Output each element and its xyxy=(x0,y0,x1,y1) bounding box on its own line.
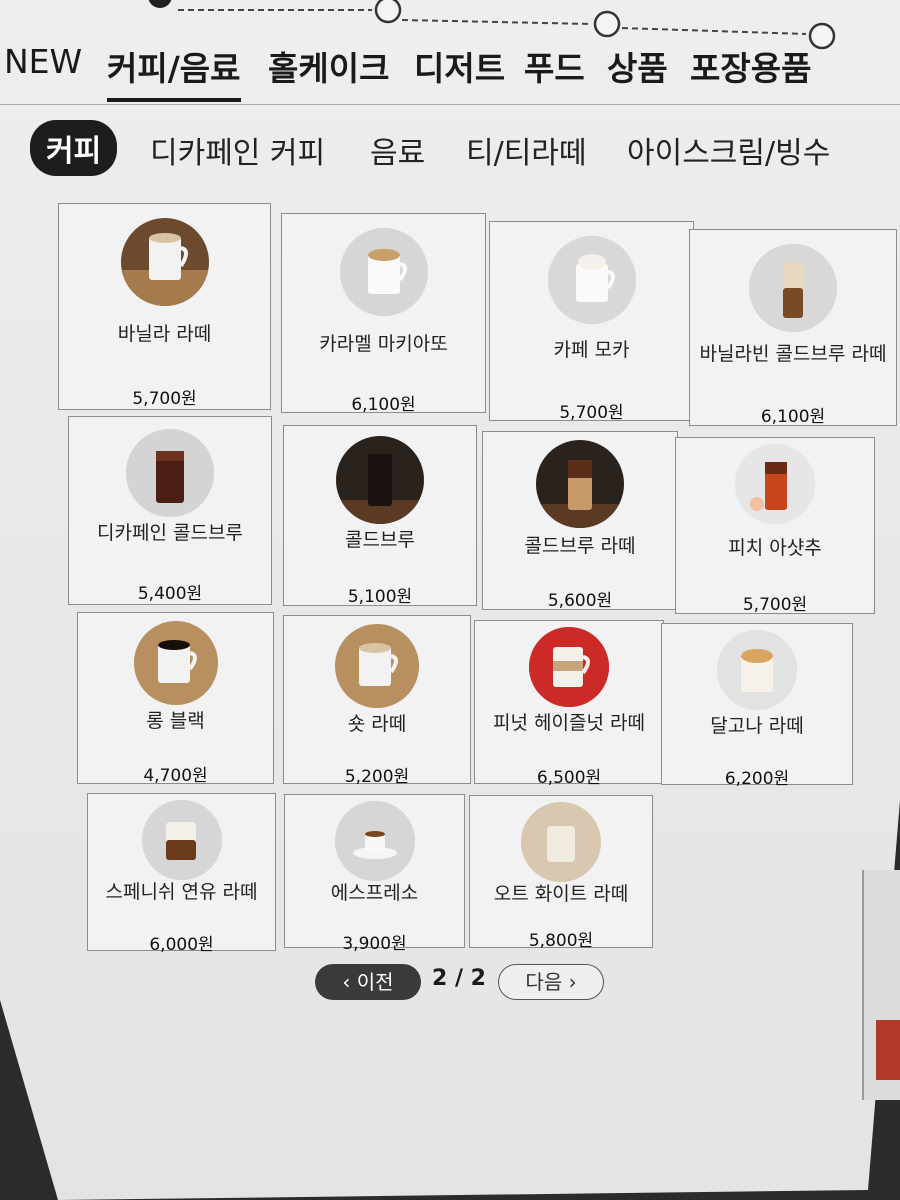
product-price: 5,400원 xyxy=(137,584,203,604)
product-card[interactable]: 숏 라떼 5,200원 xyxy=(283,615,471,787)
product-name: 피치 아샷추 xyxy=(728,537,822,559)
product-price: 5,700원 xyxy=(132,389,197,409)
product-price: 4,700원 xyxy=(143,766,208,786)
product-price: 5,700원 xyxy=(559,403,624,423)
product-price: 6,200원 xyxy=(724,769,790,789)
cold-brew-glass-icon xyxy=(336,436,424,524)
product-price: 5,200원 xyxy=(344,767,410,787)
product-name: 달고나 라떼 xyxy=(710,715,804,737)
product-name: 스페니쉬 연유 라떼 xyxy=(105,881,258,903)
iced-latte-glass-icon xyxy=(749,244,837,332)
pagination: ‹ 이전 2 / 2 다음 › xyxy=(0,960,900,1004)
product-card[interactable]: 스페니쉬 연유 라떼 6,000원 xyxy=(87,793,276,955)
product-card[interactable]: 롱 블랙 4,700원 xyxy=(77,612,274,786)
tab-packaging[interactable]: 포장용품 xyxy=(690,42,811,90)
product-name: 카페 모카 xyxy=(553,339,630,361)
product-card[interactable]: 피넛 헤이즐넛 라떼 6,500원 xyxy=(474,620,664,788)
product-card[interactable]: 피치 아샷추 5,700원 xyxy=(675,437,875,615)
product-name: 오트 화이트 라떼 xyxy=(493,883,629,905)
product-card[interactable]: 디카페인 콜드브루 5,400원 xyxy=(68,416,272,605)
peach-tea-glass-icon xyxy=(735,444,815,524)
product-card[interactable]: 오트 화이트 라떼 5,800원 xyxy=(469,795,653,951)
tab-coffee-drinks[interactable]: 커피/음료 xyxy=(107,42,241,102)
tab-whole-cake[interactable]: 홀케이크 xyxy=(268,42,389,90)
sub-category-tabs: 커피 디카페인 커피 음료 티/티라떼 아이스크림/빙수 xyxy=(0,118,900,182)
product-card[interactable]: 달고나 라떼 6,200원 xyxy=(661,623,853,789)
hazelnut-latte-mug-icon xyxy=(529,627,609,707)
product-price: 5,700원 xyxy=(742,595,808,615)
product-name: 콜드브루 xyxy=(345,529,415,551)
main-category-tabs: NEW 커피/음료 홀케이크 디저트 푸드 상품 포장용품 xyxy=(0,38,900,105)
subtab-icecream-bingsu[interactable]: 아이스크림/빙수 xyxy=(627,128,830,172)
product-name: 에스프레소 xyxy=(330,882,419,904)
product-card[interactable]: 콜드브루 5,100원 xyxy=(283,425,477,607)
subtab-beverage[interactable]: 음료 xyxy=(370,128,425,172)
red-sticker xyxy=(876,1020,900,1080)
product-card[interactable]: 에스프레소 3,900원 xyxy=(284,794,465,954)
step-3-circle xyxy=(593,10,621,38)
product-card[interactable]: 바닐라 라떼 5,700원 xyxy=(58,203,271,410)
product-price: 3,900원 xyxy=(342,934,407,954)
product-name: 카라멜 마키아또 xyxy=(319,333,448,355)
layered-latte-glass-icon xyxy=(141,800,222,880)
tab-dessert[interactable]: 디저트 xyxy=(414,42,505,90)
espresso-cup-icon xyxy=(334,801,415,881)
product-card[interactable]: 바닐라빈 콜드브루 라떼 6,100원 xyxy=(689,229,897,427)
black-coffee-mug-icon xyxy=(133,621,218,705)
step-2-circle xyxy=(374,0,402,24)
tab-goods[interactable]: 상품 xyxy=(607,42,668,90)
product-price: 5,600원 xyxy=(547,591,613,611)
prev-page-button[interactable]: ‹ 이전 xyxy=(315,964,421,1000)
product-name: 바닐라 라떼 xyxy=(117,323,212,345)
mocha-mug-icon xyxy=(547,236,636,324)
product-card[interactable]: 카페 모카 5,700원 xyxy=(489,221,694,423)
subtab-decaf-coffee[interactable]: 디카페인 커피 xyxy=(150,128,325,172)
short-latte-mug-icon xyxy=(335,624,419,708)
dalgona-latte-glass-icon xyxy=(717,630,797,710)
kiosk-screen: NEW 커피/음료 홀케이크 디저트 푸드 상품 포장용품 커피 디카페인 커피… xyxy=(0,0,900,1200)
page-indicator: 2 / 2 xyxy=(432,966,486,991)
kiosk-bezel xyxy=(862,870,900,1100)
product-name: 디카페인 콜드브루 xyxy=(97,522,243,544)
product-card[interactable]: 카라멜 마키아또 6,100원 xyxy=(281,213,486,415)
product-price: 5,800원 xyxy=(528,931,594,951)
order-progress-steps xyxy=(0,0,900,50)
product-name: 숏 라떼 xyxy=(347,713,407,735)
tab-food[interactable]: 푸드 xyxy=(524,42,585,90)
next-page-button[interactable]: 다음 › xyxy=(498,964,604,1000)
oat-latte-glass-icon xyxy=(521,802,601,882)
product-name: 콜드브루 라떼 xyxy=(524,535,636,557)
caramel-macchiato-mug-icon xyxy=(339,228,428,316)
product-price: 6,100원 xyxy=(760,407,826,427)
subtab-tea-latte[interactable]: 티/티라떼 xyxy=(466,128,587,172)
subtab-coffee[interactable]: 커피 xyxy=(30,120,118,176)
product-card[interactable]: 콜드브루 라떼 5,600원 xyxy=(482,431,678,611)
product-price: 6,100원 xyxy=(351,395,416,415)
product-price: 6,000원 xyxy=(149,935,214,955)
cold-brew-latte-glass-icon xyxy=(536,440,624,528)
iced-coffee-glass-icon xyxy=(126,429,214,517)
tab-new[interactable]: NEW xyxy=(4,42,82,81)
product-price: 6,500원 xyxy=(536,768,602,788)
product-name: 바닐라빈 콜드브루 라떼 xyxy=(699,343,887,365)
product-name: 피넛 헤이즐넛 라떼 xyxy=(493,712,645,734)
product-name: 롱 블랙 xyxy=(146,710,205,732)
hot-latte-mug-icon xyxy=(120,218,209,306)
product-price: 5,100원 xyxy=(347,587,413,607)
